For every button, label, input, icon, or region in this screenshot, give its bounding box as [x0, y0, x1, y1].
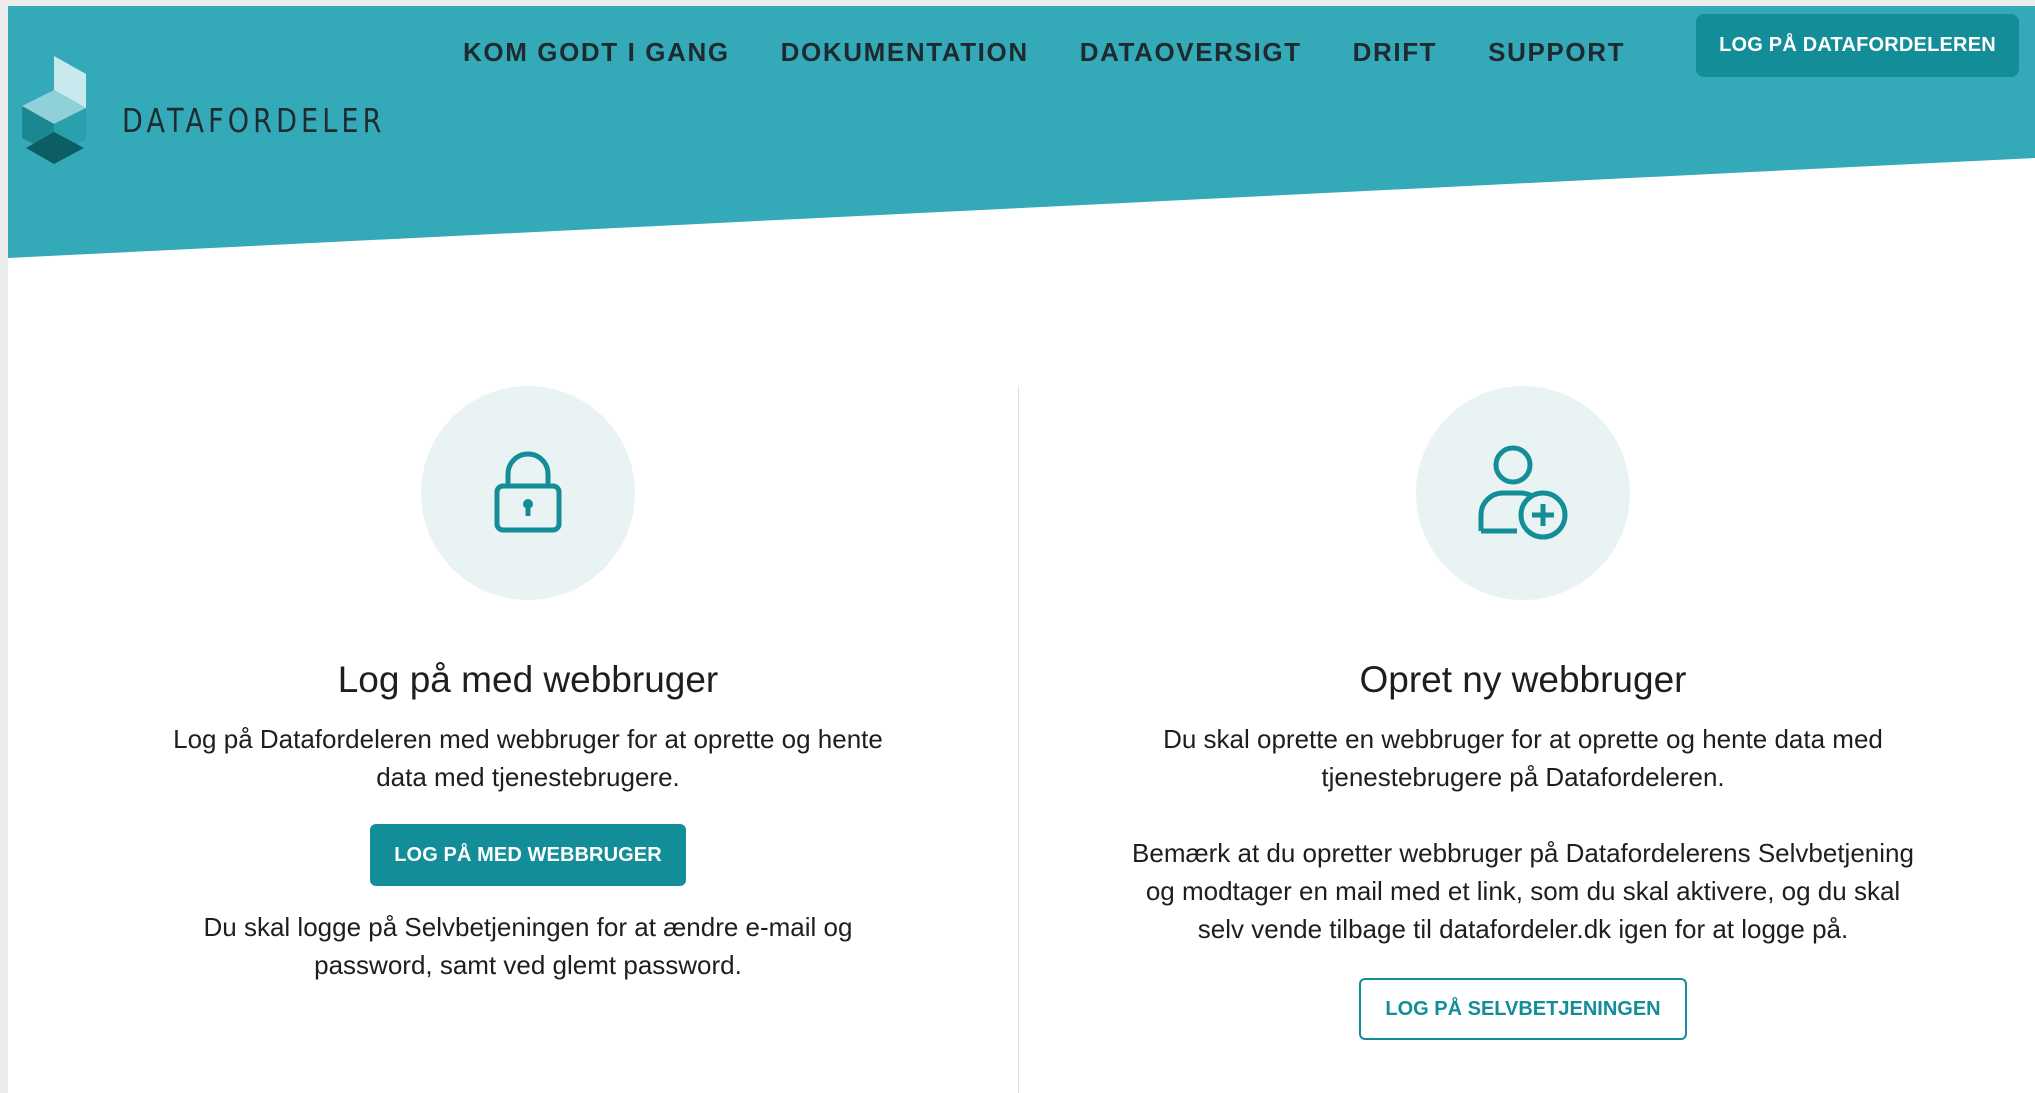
brand-name: DATAFORDELER	[122, 101, 386, 140]
brand-logo[interactable]: DATAFORDELER	[22, 56, 381, 176]
login-selfservice-button[interactable]: LOG PÅ SELVBETJENINGEN	[1359, 978, 1687, 1040]
add-user-icon-badge	[1416, 386, 1630, 600]
login-section-description: Log på Datafordeleren med webbruger for …	[173, 724, 883, 792]
nav-item-support[interactable]: SUPPORT	[1488, 32, 1625, 72]
main-navigation: KOM GODT I GANG DOKUMENTATION DATAOVERSI…	[463, 32, 1625, 72]
login-webuser-button[interactable]: LOG PÅ MED WEBBRUGER	[370, 824, 686, 886]
page: DATAFORDELER KOM GODT I GANG DOKUMENTATI…	[8, 6, 2035, 1093]
login-datafordeleren-button[interactable]: LOG PÅ DATAFORDELEREN	[1696, 14, 2019, 77]
create-section-description: Du skal oprette en webbruger for at opre…	[1163, 724, 1883, 792]
create-webuser-section: Opret ny webbruger Du skal oprette en we…	[1023, 386, 2023, 1040]
login-webuser-section: Log på med webbruger Log på Datafordeler…	[28, 386, 1028, 984]
login-section-note: Du skal logge på Selvbetjeningen for at …	[203, 912, 853, 980]
nav-item-kom-godt-i-gang[interactable]: KOM GODT I GANG	[463, 32, 730, 72]
lock-icon-badge	[421, 386, 635, 600]
nav-item-dataoversigt[interactable]: DATAOVERSIGT	[1080, 32, 1302, 72]
stacked-cubes-logo-icon	[22, 56, 86, 164]
nav-item-drift[interactable]: DRIFT	[1353, 32, 1438, 72]
add-user-icon	[1478, 445, 1568, 540]
login-section-title: Log på med webbruger	[337, 659, 719, 700]
create-section-title: Opret ny webbruger	[1359, 659, 1687, 700]
lock-icon	[494, 451, 562, 533]
create-section-note: Bemærk at du opretter webbruger på Dataf…	[1132, 838, 1914, 944]
nav-item-dokumentation[interactable]: DOKUMENTATION	[781, 32, 1029, 72]
